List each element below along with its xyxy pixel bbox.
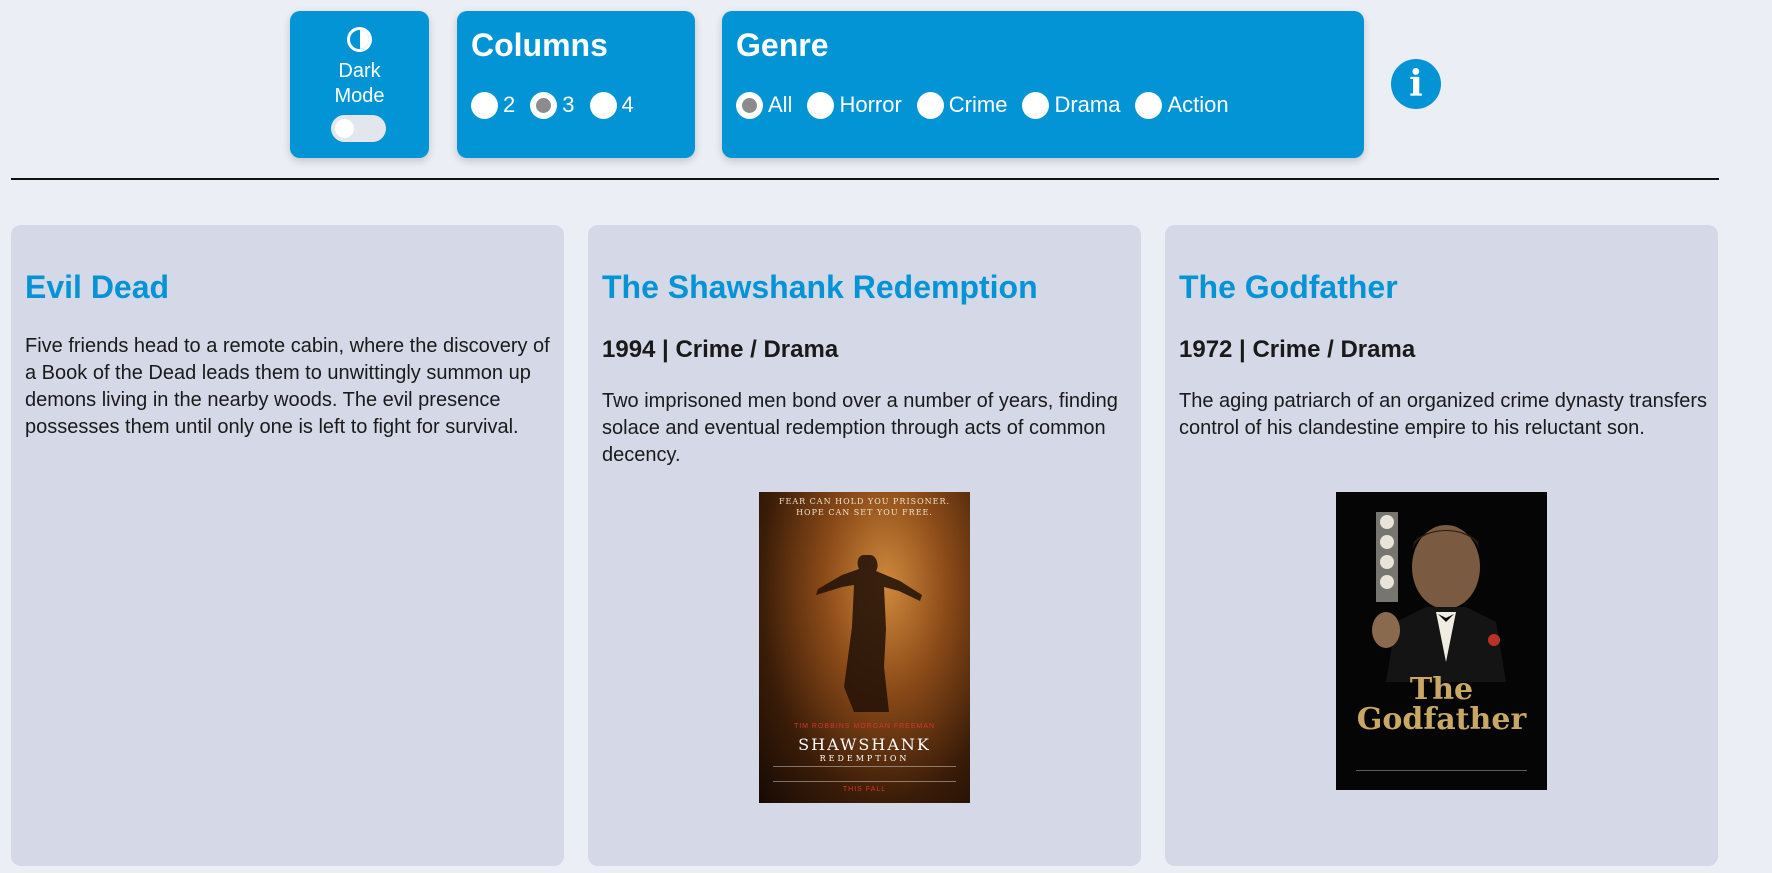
columns-option-4[interactable]: 4	[589, 91, 634, 119]
movie-card-evil-dead: Evil Dead Five friends head to a remote …	[11, 225, 564, 866]
movie-card-shawshank: The Shawshank Redemption 1994 | Crime / …	[588, 225, 1141, 866]
poster-actors: TIM ROBBINS MORGAN FREEMAN	[793, 723, 936, 730]
poster-subtitle: REDEMPTION	[819, 754, 910, 763]
genre-option-label: Horror	[839, 92, 902, 117]
contrast-icon	[347, 27, 372, 52]
poster-credits	[1356, 770, 1527, 780]
toggle-knob	[335, 119, 354, 138]
poster-footer: THIS FALL	[842, 786, 887, 793]
radio-button[interactable]	[1022, 91, 1050, 119]
genre-radio-group: All Horror Crime Drama Action	[736, 91, 1244, 119]
columns-title: Columns	[471, 27, 608, 63]
movie-poster-image: The Godfather	[1336, 492, 1547, 790]
radio-button[interactable]	[916, 91, 944, 119]
genre-option-drama[interactable]: Drama	[1022, 91, 1120, 119]
movie-description: Two imprisoned men bond over a number of…	[602, 390, 1118, 466]
movie-title: Evil Dead	[25, 269, 170, 305]
movie-meta: 1972 | Crime / Drama	[1179, 336, 1416, 363]
radio-button-checked[interactable]	[530, 91, 558, 119]
genre-option-label: Action	[1167, 92, 1229, 117]
radio-button[interactable]	[589, 91, 617, 119]
genre-option-action[interactable]: Action	[1135, 91, 1229, 119]
divider	[11, 178, 1719, 180]
columns-option-3[interactable]: 3	[530, 91, 575, 119]
movie-title: The Godfather	[1179, 269, 1398, 305]
columns-radio-group: 2 3 4	[471, 91, 649, 119]
movie-meta: 1994 | Crime / Drama	[602, 336, 839, 363]
genre-option-crime[interactable]: Crime	[916, 91, 1008, 119]
movie-card-godfather: The Godfather 1972 | Crime / Drama The a…	[1165, 225, 1718, 866]
columns-option-label: 4	[621, 92, 634, 117]
poster-title: The Godfather	[1356, 672, 1527, 737]
poster-figure	[1372, 512, 1506, 682]
controls-bar: Dark Mode Columns 2 3 4 Genre All Horror…	[0, 11, 1772, 158]
poster-tagline: FEAR CAN HOLD YOU PRISONER. HOPE CAN SET…	[759, 496, 970, 518]
genre-option-horror[interactable]: Horror	[807, 91, 902, 119]
columns-option-label: 2	[503, 92, 516, 117]
radio-button[interactable]	[471, 91, 498, 119]
poster-tagline-line: HOPE CAN SET YOU FREE.	[796, 508, 933, 517]
genre-option-label: Crime	[948, 92, 1008, 117]
poster-title: SHAWSHANK	[798, 735, 931, 754]
radio-button-checked[interactable]	[736, 91, 763, 119]
movie-description: Five friends head to a remote cabin, whe…	[25, 335, 550, 438]
dark-mode-panel: Dark Mode	[290, 11, 429, 158]
dark-mode-toggle[interactable]	[331, 115, 386, 142]
radio-button[interactable]	[807, 91, 835, 119]
poster-tagline-line: FEAR CAN HOLD YOU PRISONER.	[778, 497, 951, 506]
radio-button[interactable]	[1135, 91, 1163, 119]
columns-panel: Columns 2 3 4	[457, 11, 695, 158]
genre-panel: Genre All Horror Crime Drama Action	[722, 11, 1364, 158]
movie-description: The aging patriarch of an organized crim…	[1179, 390, 1708, 439]
genre-option-label: All	[768, 92, 793, 117]
columns-option-label: 3	[562, 92, 575, 117]
columns-option-2[interactable]: 2	[471, 91, 515, 119]
poster-figure	[816, 555, 922, 712]
genre-title: Genre	[736, 27, 829, 63]
genre-option-all[interactable]: All	[736, 91, 792, 119]
dark-mode-label: Dark Mode	[334, 60, 385, 107]
info-icon[interactable]: i	[1391, 59, 1441, 109]
genre-option-label: Drama	[1054, 92, 1121, 117]
movie-poster-image: FEAR CAN HOLD YOU PRISONER. HOPE CAN SET…	[759, 492, 970, 803]
poster-credits	[773, 766, 956, 782]
movie-title: The Shawshank Redemption	[602, 269, 1038, 305]
